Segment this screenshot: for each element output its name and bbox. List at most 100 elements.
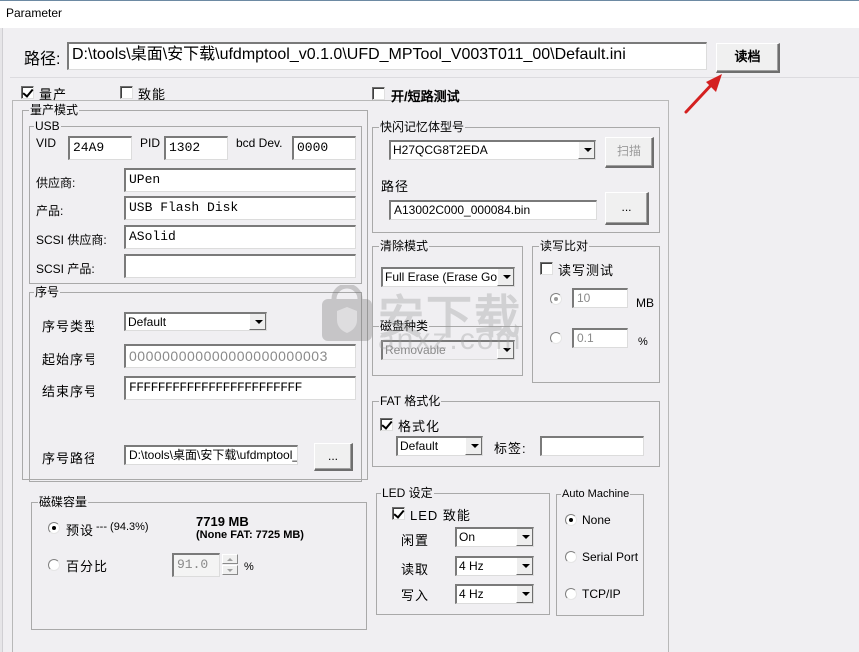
chevron-down-icon <box>249 314 266 330</box>
chevron-down-icon <box>516 529 533 546</box>
enable-checkbox[interactable] <box>120 86 133 99</box>
serial-title: 序号 <box>34 285 61 299</box>
capacity-title: 磁碟容量 <box>38 495 89 509</box>
auto-machine-none-label: None <box>582 513 611 527</box>
title-bar: Parameter <box>0 0 859 28</box>
serial-path-label: 序号路径 <box>42 451 94 466</box>
led-idle-value: On <box>459 530 476 544</box>
fat-type-value: Default <box>400 439 439 453</box>
annotation-arrow-icon <box>684 74 722 114</box>
fat-type-select[interactable]: Default <box>396 436 483 456</box>
led-enable-label: LED 致能 <box>410 508 471 523</box>
open-short-test-checkbox[interactable] <box>372 87 385 100</box>
scsi-vendor-input[interactable]: ASolid <box>124 225 356 249</box>
capacity-size: 7719 MB <box>196 514 249 529</box>
chevron-down-icon <box>578 142 595 159</box>
serial-end-input[interactable]: FFFFFFFFFFFFFFFFFFFFFFFF <box>124 376 356 400</box>
led-write-value: 4 Hz <box>459 587 484 601</box>
led-write-select[interactable]: 4 Hz <box>455 584 534 604</box>
capacity-preset-percent: --- (94.3%) <box>96 521 149 533</box>
mass-production-checkbox[interactable] <box>21 86 34 99</box>
window-left-edge <box>0 28 3 652</box>
chevron-down-icon <box>497 269 514 286</box>
rw-test-checkbox[interactable] <box>540 262 553 275</box>
rw-mb-input[interactable]: 10 <box>572 288 628 308</box>
serial-path-input[interactable]: D:\tools\桌面\安下载\ufdmptool_v <box>124 445 298 465</box>
auto-machine-none-radio[interactable] <box>565 514 577 526</box>
vid-label: VID <box>36 136 57 150</box>
chevron-down-icon <box>516 586 533 603</box>
serial-type-select[interactable]: Default <box>124 312 267 331</box>
path-label: 路径: <box>24 51 61 68</box>
chevron-down-icon <box>465 438 482 455</box>
rw-percent-radio[interactable] <box>550 332 562 344</box>
capacity-preset-radio[interactable] <box>48 522 60 534</box>
open-short-test-label: 开/短路测试 <box>391 89 460 104</box>
rw-test-label: 读写测试 <box>558 263 615 278</box>
window-title: Parameter <box>6 6 63 20</box>
vendor-label: 供应商: <box>36 176 76 190</box>
led-write-label: 写入 <box>401 588 430 603</box>
auto-machine-serial-radio[interactable] <box>565 551 577 563</box>
flash-title: 快闪记忆体型号 <box>379 120 466 134</box>
erase-mode-value: Full Erase (Erase Good) <box>385 270 515 284</box>
vendor-input[interactable]: UPen <box>124 168 356 192</box>
disk-type-select[interactable]: Removable <box>381 340 515 360</box>
capacity-percent-input[interactable]: 91.0 <box>172 553 220 577</box>
flash-model-select[interactable]: H27QCG8T2EDA <box>389 140 596 160</box>
fat-format-checkbox[interactable] <box>380 418 393 431</box>
capacity-percent-radio[interactable] <box>48 559 60 571</box>
rw-percent-unit: % <box>638 336 648 348</box>
rw-compare-title: 读写比对 <box>539 239 590 253</box>
led-title: LED 设定 <box>381 486 434 500</box>
pid-input[interactable]: 1302 <box>164 136 228 160</box>
product-input[interactable]: USB Flash Disk <box>124 196 356 220</box>
capacity-percent-label: 百分比 <box>66 559 109 574</box>
capacity-preset-label: 预设 <box>66 523 95 538</box>
spin-up-icon[interactable] <box>222 554 238 564</box>
auto-machine-tcpip-radio[interactable] <box>565 588 577 600</box>
bcd-dev-input[interactable]: 0000 <box>292 136 356 160</box>
vid-input[interactable]: 24A9 <box>68 136 132 160</box>
erase-title: 清除模式 <box>379 239 430 253</box>
fat-tag-input[interactable] <box>540 436 644 456</box>
flash-path-label: 路径 <box>381 179 410 194</box>
serial-path-browse-button[interactable]: ... <box>314 443 353 471</box>
capacity-none-fat: (None FAT: 7725 MB) <box>196 529 304 541</box>
rw-mb-unit: MB <box>636 296 654 310</box>
mass-mode-title: 量产模式 <box>29 103 80 117</box>
spin-down-icon[interactable] <box>222 565 238 575</box>
mass-production-label: 量产 <box>39 87 68 102</box>
rw-percent-input[interactable]: 0.1 <box>572 328 628 348</box>
flash-path-input[interactable]: A13002C000_000084.bin <box>389 200 597 220</box>
scsi-product-label: SCSI 产品: <box>36 262 95 276</box>
scsi-product-input[interactable] <box>124 254 356 278</box>
config-path-input[interactable]: D:\tools\桌面\安下载\ufdmptool_v0.1.0\UFD_MPT… <box>67 42 707 70</box>
usb-title: USB <box>34 119 61 133</box>
serial-type-label: 序号类型 <box>42 319 94 334</box>
fat-title: FAT 格式化 <box>379 394 442 408</box>
product-label: 产品: <box>36 204 64 218</box>
auto-machine-tcpip-label: TCP/IP <box>582 587 621 601</box>
led-idle-label: 闲置 <box>401 533 430 548</box>
led-read-select[interactable]: 4 Hz <box>455 556 534 576</box>
led-idle-select[interactable]: On <box>455 527 534 547</box>
disk-type-label: 磁盘种类 <box>379 319 430 333</box>
led-enable-checkbox[interactable] <box>392 507 405 520</box>
scan-button[interactable]: 扫描 <box>605 137 654 168</box>
rw-mb-radio[interactable] <box>550 293 562 305</box>
auto-machine-title: Auto Machine <box>561 487 631 501</box>
serial-type-value: Default <box>128 315 167 329</box>
separator <box>10 77 859 78</box>
serial-start-label: 起始序号 <box>42 352 94 367</box>
scsi-vendor-label: SCSI 供应商: <box>36 233 107 247</box>
erase-mode-select[interactable]: Full Erase (Erase Good) <box>381 267 515 287</box>
serial-end-label: 结束序号 <box>42 384 94 399</box>
flash-model-value: H27QCG8T2EDA <box>393 143 488 157</box>
flash-path-browse-button[interactable]: ... <box>605 192 649 225</box>
serial-start-input[interactable]: 000000000000000000000003 <box>124 344 356 368</box>
fat-format-label: 格式化 <box>398 419 441 434</box>
bcd-dev-label: bcd Dev. <box>236 136 283 150</box>
fat-tag-label: 标签: <box>494 441 527 456</box>
chevron-down-icon <box>497 342 514 359</box>
